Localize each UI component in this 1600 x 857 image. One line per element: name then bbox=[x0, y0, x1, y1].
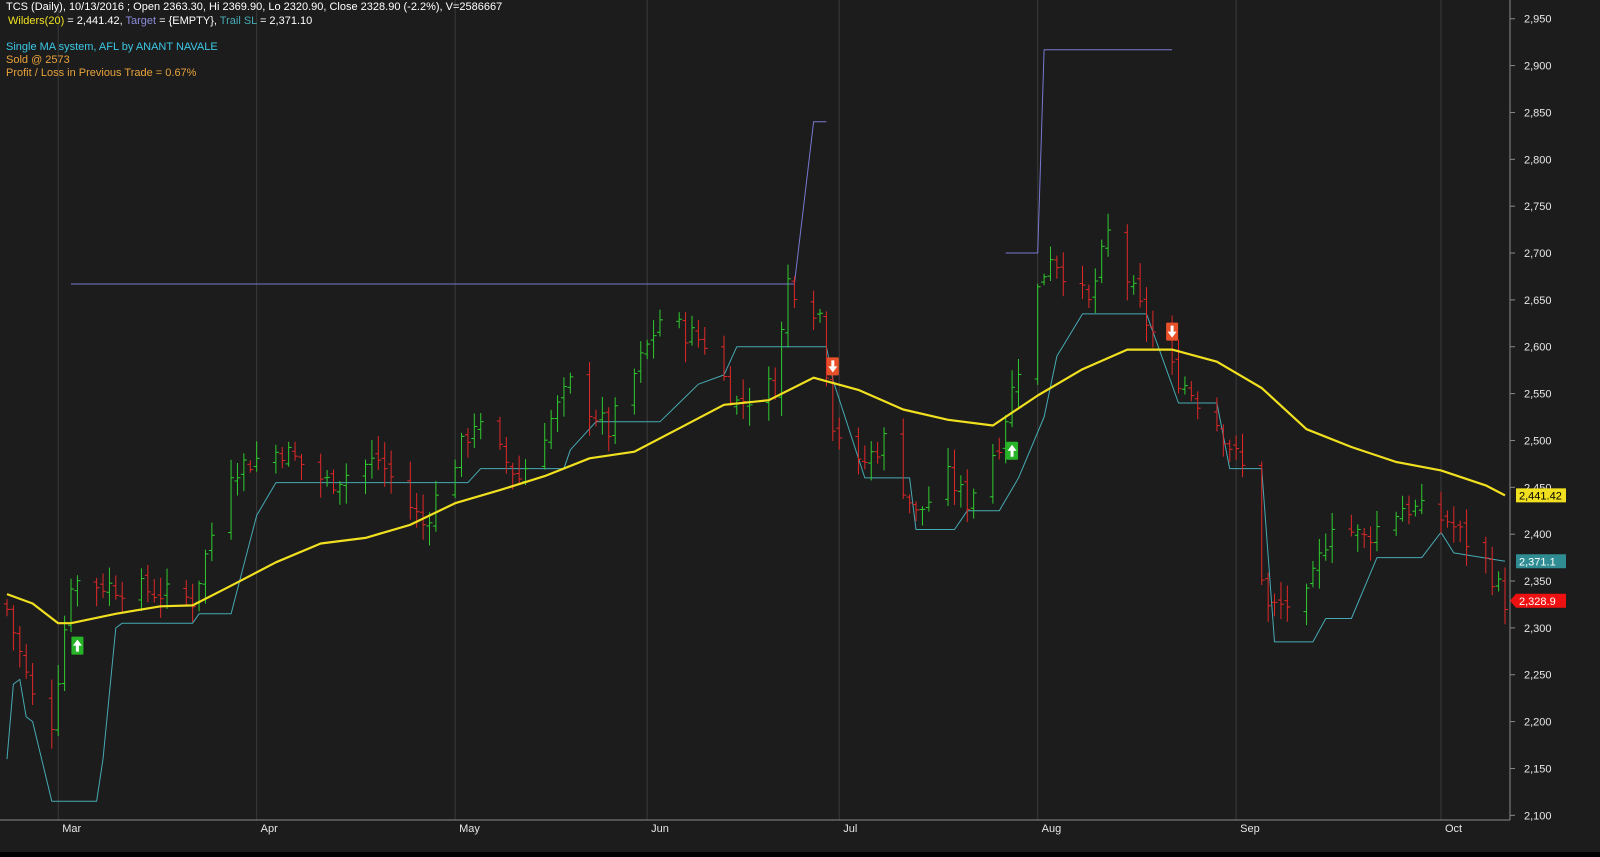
chart-area[interactable]: Mar Apr May Jun Jul Aug Sep Oct 2,100 2,150 2,200 2… bbox=[0, 0, 1600, 852]
y-tick-label: 2,600 bbox=[1524, 342, 1552, 354]
y-tick-label: 2,100 bbox=[1524, 810, 1552, 822]
wilders-value-tag: 2,441.42 bbox=[1519, 490, 1562, 502]
profit-loss-text: Profit / Loss in Previous Trade = 0.67% bbox=[6, 67, 197, 79]
target-line bbox=[71, 121, 827, 285]
trail-sl-value: = 2,371.10 bbox=[256, 15, 313, 27]
y-tick-label: 2,350 bbox=[1524, 576, 1552, 588]
x-tick-label-apr: Apr bbox=[261, 823, 278, 835]
x-tick-label-aug: Aug bbox=[1042, 823, 1062, 835]
target-value: = {EMPTY}, bbox=[156, 15, 220, 27]
y-tick-label: 2,800 bbox=[1524, 154, 1552, 166]
x-tick-label-jun: Jun bbox=[651, 823, 669, 835]
y-tick-label: 2,200 bbox=[1524, 717, 1552, 729]
x-tick-label-oct: Oct bbox=[1445, 823, 1462, 835]
price-chart-svg[interactable]: Mar Apr May Jun Jul Aug Sep Oct 2,100 2,150 2,200 2… bbox=[0, 0, 1600, 852]
y-tick-label: 2,250 bbox=[1524, 670, 1552, 682]
y-tick-label: 2,400 bbox=[1524, 529, 1552, 541]
y-tick-label: 2,750 bbox=[1524, 201, 1552, 213]
axes: Mar Apr May Jun Jul Aug Sep Oct 2,100 2,150 2,200 2… bbox=[0, 0, 1566, 835]
trail-sl-line bbox=[6, 313, 1506, 802]
wilders-line bbox=[6, 348, 1506, 625]
y-tick-label: 2,950 bbox=[1524, 14, 1552, 26]
trail-sl-series bbox=[6, 313, 1506, 802]
y-tick-label: 2,850 bbox=[1524, 107, 1552, 119]
x-tick-label-sep: Sep bbox=[1240, 823, 1260, 835]
x-tick-label-may: May bbox=[459, 823, 480, 835]
y-tick-label: 2,500 bbox=[1524, 435, 1552, 447]
wilders-value: = 2,441.42, bbox=[64, 15, 126, 27]
y-tick-label: 2,150 bbox=[1524, 763, 1552, 775]
y-tick-label: 2,650 bbox=[1524, 295, 1552, 307]
header-line-2: Wilders(20) = 2,441.42, Target = {EMPTY}… bbox=[8, 15, 312, 28]
y-tick-label: 2,550 bbox=[1524, 389, 1552, 401]
header-title: TCS (Daily), 10/13/2016 ; Open 2363.30, … bbox=[6, 1, 503, 13]
wilders-series bbox=[6, 348, 1506, 625]
header-line-1: TCS (Daily), 10/13/2016 ; Open 2363.30, … bbox=[6, 1, 502, 14]
ohlc-bars bbox=[4, 213, 1508, 749]
trail-sl-label: Trail SL bbox=[219, 15, 257, 27]
target-label: Target bbox=[125, 15, 157, 27]
system-name: Single MA system, AFL by ANANT NAVALE bbox=[6, 41, 218, 53]
y-tick-label: 2,300 bbox=[1524, 623, 1552, 635]
last-close-tag: 2,328.9 bbox=[1519, 596, 1556, 608]
y-tick-label: 2,700 bbox=[1524, 248, 1552, 260]
target-series bbox=[71, 49, 1173, 285]
sold-text: Sold @ 2573 bbox=[6, 54, 70, 66]
y-tick-label: 2,900 bbox=[1524, 61, 1552, 73]
wilders-label: Wilders(20) bbox=[8, 15, 65, 27]
x-tick-label-jul: Jul bbox=[843, 823, 857, 835]
trail-sl-value-tag: 2,371.1 bbox=[1519, 556, 1556, 568]
target-line bbox=[1005, 49, 1173, 254]
x-tick-label-mar: Mar bbox=[62, 823, 81, 835]
